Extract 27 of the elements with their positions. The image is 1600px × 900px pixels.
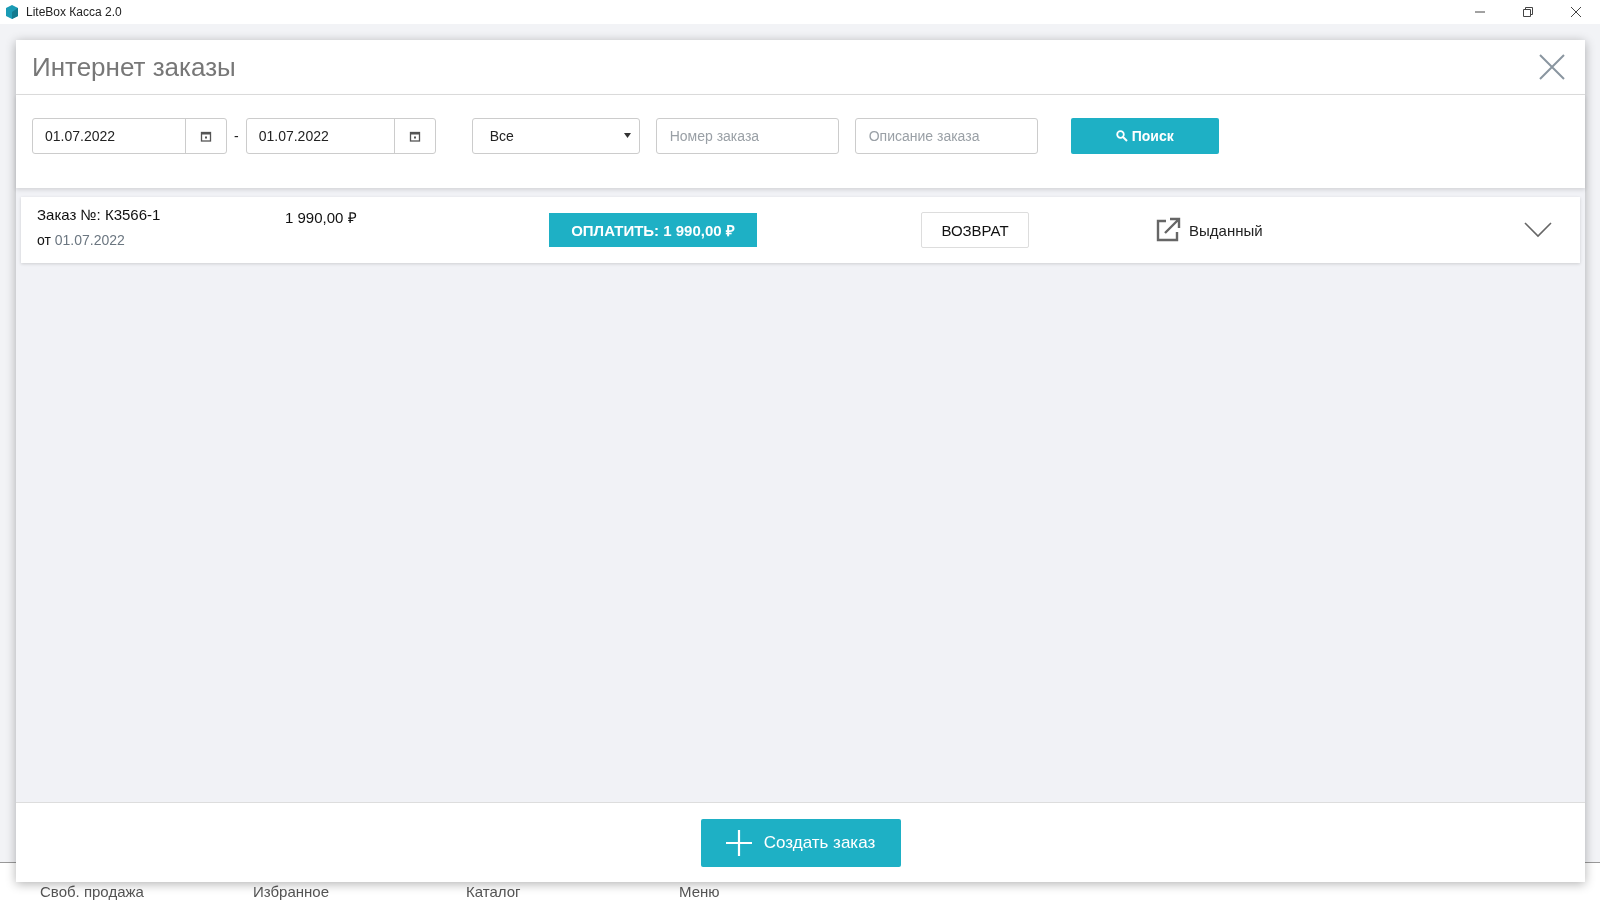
date-separator: -: [234, 127, 239, 144]
order-number: Заказ №: К3566-1: [37, 206, 162, 223]
bottom-tab[interactable]: Каталог: [466, 884, 679, 900]
restore-icon[interactable]: [1523, 7, 1533, 17]
caret-icon: [623, 133, 631, 138]
bottom-tab[interactable]: Своб. продажа: [40, 884, 253, 900]
bottom-tab[interactable]: Меню: [679, 884, 892, 900]
external-link-icon: [1155, 217, 1181, 243]
bottom-tab[interactable]: Избранное: [253, 884, 466, 900]
return-button[interactable]: ВОЗВРАТ: [921, 212, 1029, 248]
order-date: от 01.07.2022: [37, 232, 126, 248]
plus-icon: [725, 829, 752, 856]
description-field[interactable]: Описание заказа: [854, 117, 1038, 154]
order-number-field[interactable]: Номер заказа: [655, 117, 839, 154]
close-icon[interactable]: [1571, 7, 1581, 17]
calendar-icon: [200, 129, 212, 142]
search-icon: [1115, 129, 1128, 142]
order-amount: 1 990,00 ₽: [285, 208, 358, 227]
order-card[interactable]: Заказ №: К3566-1 от 01.07.2022 1 990,00 ₽ ОПЛАТИТЬ: 1 990,00 ₽ ВОЗВРАТ Выданный: [21, 197, 1580, 263]
dialog-title: Интернет заказы: [32, 51, 236, 83]
order-status: Выданный: [1189, 221, 1263, 239]
status-dropdown[interactable]: Все: [471, 117, 640, 154]
date-to-field[interactable]: 01.07.2022: [245, 117, 436, 154]
date-from-field[interactable]: 01.07.2022: [32, 117, 227, 154]
calendar-icon: [408, 129, 421, 142]
app-logo-icon: [4, 4, 20, 20]
window-title: LiteBox Касса 2.0: [26, 5, 122, 19]
